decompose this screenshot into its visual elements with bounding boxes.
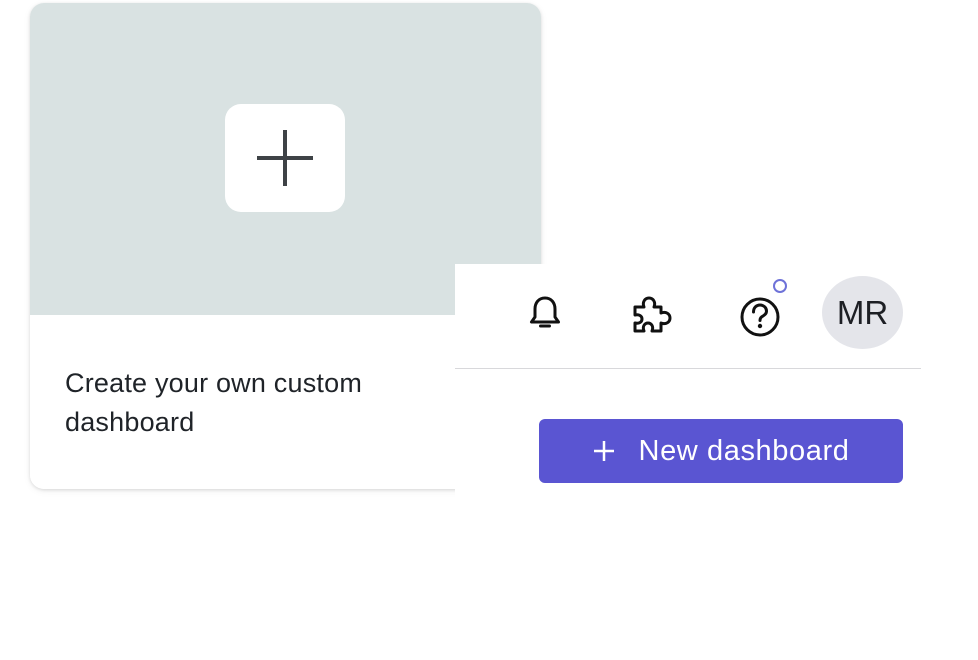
plus-icon <box>593 440 615 462</box>
card-title: Create your own custom dashboard <box>65 368 363 437</box>
plus-icon <box>257 130 313 186</box>
bell-icon <box>530 296 560 328</box>
integrations-button[interactable] <box>627 291 675 339</box>
help-button[interactable] <box>735 291 785 339</box>
user-avatar[interactable]: MR <box>822 276 903 349</box>
stage: Create your own custom dashboard MR New … <box>0 0 978 660</box>
header-panel: MR New dashboard <box>455 264 921 500</box>
notifications-button[interactable] <box>523 291 567 335</box>
add-dashboard-tile[interactable] <box>225 104 345 212</box>
new-dashboard-button[interactable]: New dashboard <box>539 419 903 483</box>
help-notification-dot <box>773 279 787 293</box>
help-icon <box>740 297 780 337</box>
new-dashboard-label: New dashboard <box>638 434 850 467</box>
top-header-bar: MR <box>455 264 921 369</box>
puzzle-icon <box>633 296 672 333</box>
